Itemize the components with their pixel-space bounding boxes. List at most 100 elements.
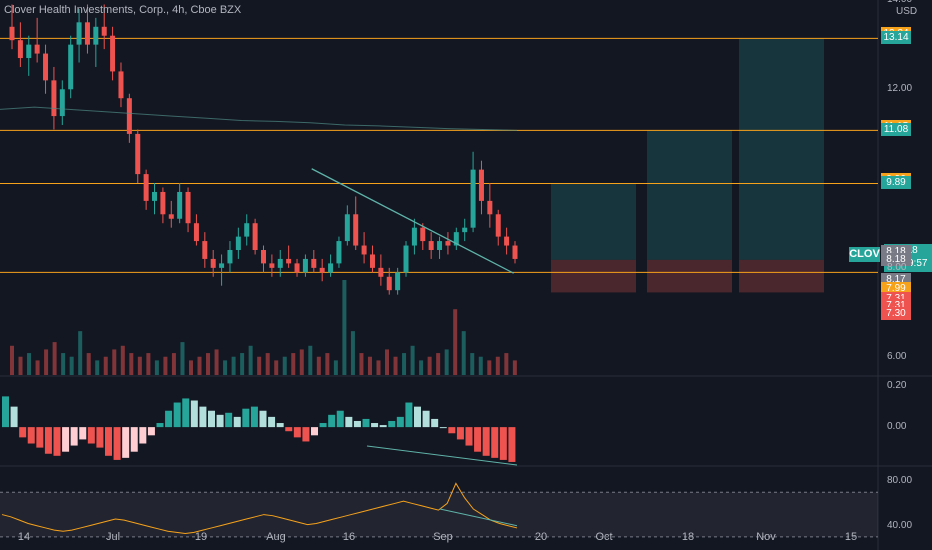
volume-bar	[299, 349, 304, 375]
candle-body	[118, 71, 124, 99]
candle-body	[185, 191, 191, 224]
candle-body	[445, 241, 451, 246]
macd-bar	[259, 410, 267, 428]
time-tick: 16	[342, 531, 356, 543]
volume-bar	[171, 353, 176, 375]
macd-bar	[2, 396, 9, 428]
candle-body	[177, 191, 183, 219]
volume-bar	[35, 360, 40, 375]
volume-bar	[69, 356, 74, 375]
macd-bar	[491, 427, 499, 458]
time-tick: Aug	[266, 531, 286, 543]
volume-bar	[154, 360, 159, 375]
volume-bar	[393, 356, 398, 375]
candle-body	[478, 169, 484, 201]
candle-body	[126, 98, 132, 134]
candle-body	[328, 263, 334, 273]
candle-body	[160, 191, 166, 215]
chart-canvas[interactable]	[0, 0, 932, 550]
ticker-badge[interactable]: CLOV	[849, 247, 880, 262]
macd-bar	[36, 427, 44, 448]
candle-body	[437, 241, 443, 250]
candle-body	[336, 241, 342, 264]
time-tick: Sep	[433, 531, 453, 543]
target-zone	[739, 38, 824, 260]
volume-bar	[512, 360, 517, 375]
candle-body	[227, 250, 233, 264]
candle-body	[420, 227, 426, 242]
macd-bar	[482, 427, 490, 456]
candle-body	[219, 263, 225, 268]
candle-body	[344, 214, 350, 242]
candle-body	[470, 169, 476, 228]
macd-bar	[431, 418, 439, 428]
time-tick: 20	[534, 531, 548, 543]
price-tick: 12.00	[887, 83, 913, 95]
volume-bar	[376, 360, 381, 375]
volume-bar	[478, 356, 483, 375]
macd-bar	[113, 427, 121, 460]
time-tick: Nov	[756, 531, 776, 543]
volume-bar	[282, 356, 287, 375]
candle-body	[395, 272, 401, 291]
volume-bar	[427, 356, 432, 375]
candle-body	[143, 174, 149, 201]
candle-body	[319, 267, 325, 273]
macd-bar	[216, 414, 224, 428]
candle-body	[411, 227, 417, 246]
candle-body	[302, 258, 308, 273]
candle-body	[261, 250, 266, 264]
macd-bar	[79, 427, 87, 440]
rsi-tick: 40.00	[887, 519, 913, 531]
macd-bar	[70, 427, 78, 446]
volume-bar	[223, 360, 228, 375]
volume-bar	[419, 360, 424, 375]
macd-bar	[10, 406, 18, 428]
macd-bar	[122, 427, 130, 458]
macd-bar	[27, 427, 35, 444]
candle-body	[378, 267, 384, 277]
macd-bar	[242, 408, 250, 428]
volume-bar	[470, 353, 475, 375]
volume-bar	[385, 349, 390, 375]
macd-bar	[233, 416, 241, 428]
macd-bar	[465, 427, 473, 446]
volume-bar	[274, 360, 279, 375]
volume-bar	[120, 345, 125, 375]
candle-body	[43, 53, 49, 81]
currency-label: USD	[896, 6, 918, 17]
candle-body	[210, 258, 216, 268]
macd-bar	[105, 427, 112, 456]
time-tick: 15	[844, 531, 858, 543]
volume-bar	[197, 356, 202, 375]
macd-bar	[414, 406, 421, 428]
macd-bar	[44, 427, 52, 454]
candle-body	[512, 245, 518, 259]
candle-body	[168, 214, 174, 219]
candle-body	[193, 223, 199, 242]
macd-bar	[396, 416, 404, 428]
volume-bar	[86, 353, 91, 375]
macd-bar	[199, 406, 207, 428]
time-tick: Oct	[595, 531, 613, 543]
candle-body	[9, 26, 15, 41]
macd-bar	[448, 427, 456, 434]
volume-bar	[206, 353, 211, 375]
candle-body	[93, 26, 99, 45]
volume-bar	[240, 353, 245, 375]
macd-bar	[96, 427, 104, 448]
candle-body	[369, 254, 375, 268]
candle-body	[252, 223, 258, 250]
candle-body	[277, 258, 283, 268]
macd-bar	[353, 420, 361, 428]
volume-bar	[180, 342, 185, 375]
macd-bar	[422, 410, 430, 428]
volume-bar	[367, 356, 372, 375]
volume-bar	[342, 280, 347, 375]
macd-bar	[208, 410, 215, 428]
volume-bar	[103, 356, 108, 375]
candle-body	[84, 22, 90, 45]
price-label: 11.08	[881, 123, 911, 137]
candle-body	[487, 200, 493, 215]
candle-body	[59, 89, 65, 117]
